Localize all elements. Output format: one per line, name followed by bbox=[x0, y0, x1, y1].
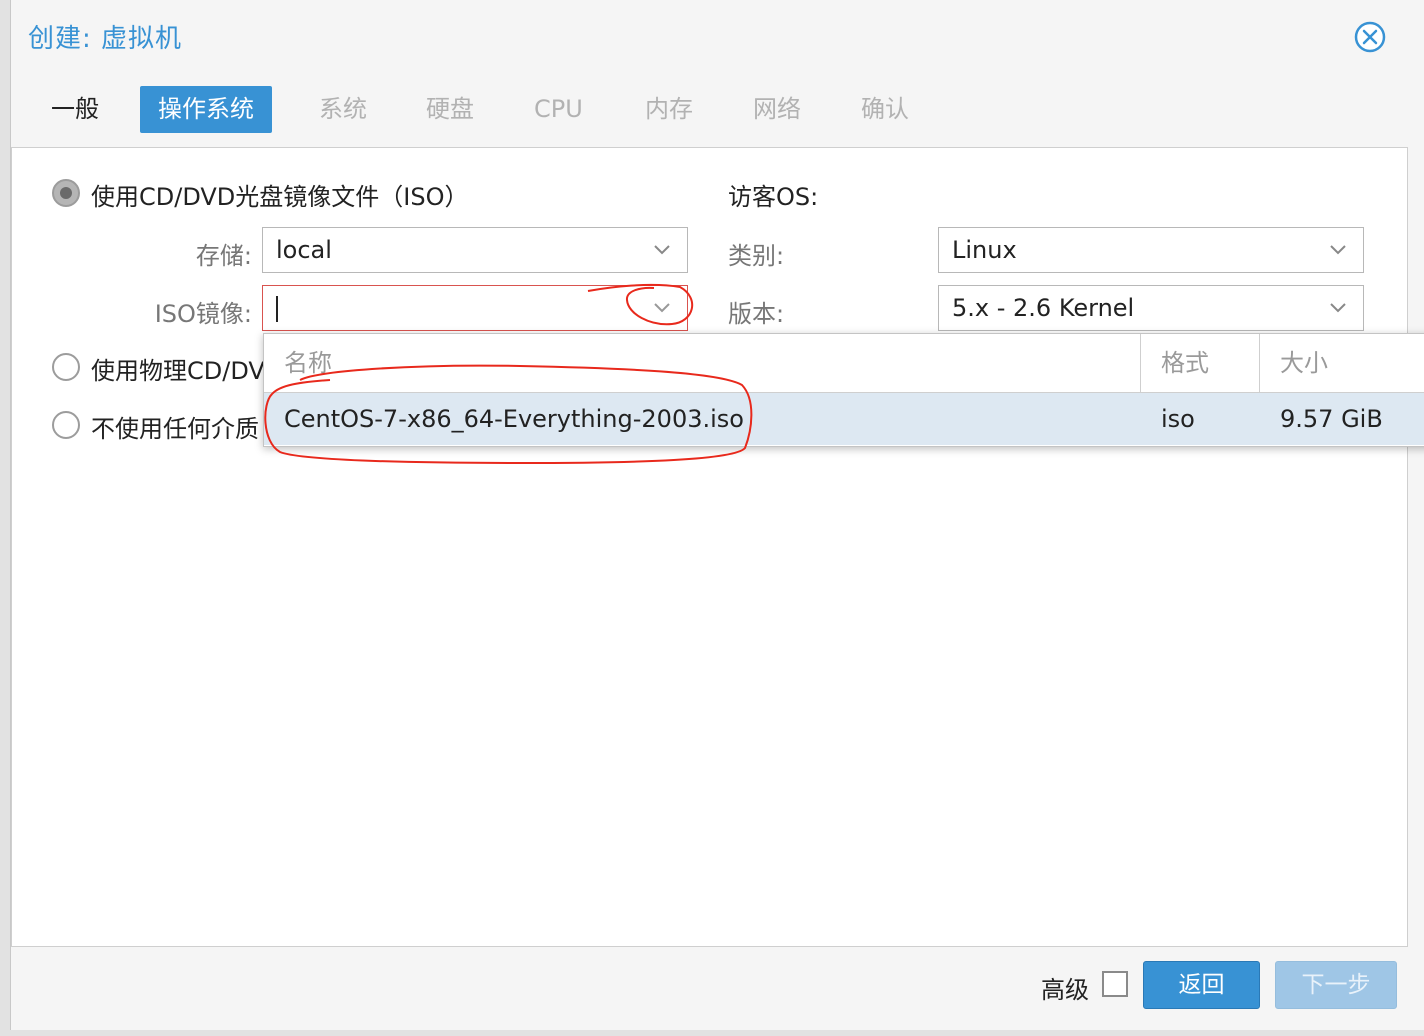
next-button[interactable]: 下一步 bbox=[1275, 961, 1397, 1009]
advanced-checkbox[interactable] bbox=[1102, 971, 1128, 997]
iso-name-cell: CentOS-7-x86_64-Everything-2003.iso bbox=[284, 405, 744, 433]
os-version-value: 5.x - 2.6 Kernel bbox=[952, 294, 1135, 322]
text-cursor bbox=[276, 296, 278, 322]
no-media-radio[interactable] bbox=[52, 411, 80, 439]
os-type-value: Linux bbox=[952, 236, 1017, 264]
os-version-label: 版本: bbox=[728, 300, 785, 328]
tab-cpu[interactable]: CPU bbox=[516, 86, 601, 133]
storage-label: 存储: bbox=[195, 242, 252, 270]
chevron-down-icon[interactable] bbox=[1327, 238, 1349, 260]
physical-drive-radio[interactable] bbox=[52, 353, 80, 381]
tab-os[interactable]: 操作系统 bbox=[140, 86, 272, 133]
tab-memory[interactable]: 内存 bbox=[627, 86, 711, 133]
advanced-label: 高级 bbox=[1041, 976, 1089, 1004]
no-media-label[interactable]: 不使用任何介质 bbox=[91, 409, 263, 444]
tab-confirm[interactable]: 确认 bbox=[843, 86, 927, 133]
chevron-down-icon[interactable] bbox=[651, 238, 673, 260]
os-type-label: 类别: bbox=[728, 242, 785, 270]
iso-list-row[interactable]: CentOS-7-x86_64-Everything-2003.iso iso … bbox=[264, 393, 1424, 445]
iso-option-label[interactable]: 使用CD/DVD光盘镜像文件（ISO） bbox=[91, 177, 468, 212]
chevron-down-icon[interactable] bbox=[1327, 296, 1349, 318]
column-header-size[interactable]: 大小 bbox=[1260, 334, 1424, 392]
background-strip bbox=[0, 1030, 1424, 1036]
storage-value: local bbox=[276, 236, 332, 264]
tab-general[interactable]: 一般 bbox=[33, 86, 117, 133]
storage-select[interactable]: local bbox=[262, 227, 688, 273]
guest-os-heading: 访客OS: bbox=[728, 183, 819, 211]
os-version-select[interactable]: 5.x - 2.6 Kernel bbox=[938, 285, 1364, 331]
chevron-down-icon[interactable] bbox=[651, 296, 673, 318]
tab-system[interactable]: 系统 bbox=[301, 86, 385, 133]
dialog-title: 创建: 虚拟机 bbox=[28, 24, 183, 54]
iso-format-cell: iso bbox=[1161, 405, 1195, 433]
column-header-format[interactable]: 格式 bbox=[1141, 334, 1259, 392]
iso-dropdown-list: 名称 格式 大小 CentOS-7-x86_64-Everything-2003… bbox=[263, 333, 1424, 447]
back-button[interactable]: 返回 bbox=[1143, 961, 1260, 1009]
iso-radio[interactable] bbox=[52, 179, 80, 207]
os-type-select[interactable]: Linux bbox=[938, 227, 1364, 273]
column-header-name[interactable]: 名称 bbox=[264, 334, 1140, 392]
iso-image-select[interactable] bbox=[262, 285, 688, 331]
tab-network[interactable]: 网络 bbox=[735, 86, 819, 133]
dropdown-header: 名称 格式 大小 bbox=[264, 334, 1424, 393]
close-icon[interactable] bbox=[1354, 21, 1386, 53]
tab-disk[interactable]: 硬盘 bbox=[408, 86, 492, 133]
iso-image-label: ISO镜像: bbox=[154, 300, 252, 328]
physical-drive-label[interactable]: 使用物理CD/DVD bbox=[91, 351, 263, 386]
iso-size-cell: 9.57 GiB bbox=[1280, 405, 1383, 433]
